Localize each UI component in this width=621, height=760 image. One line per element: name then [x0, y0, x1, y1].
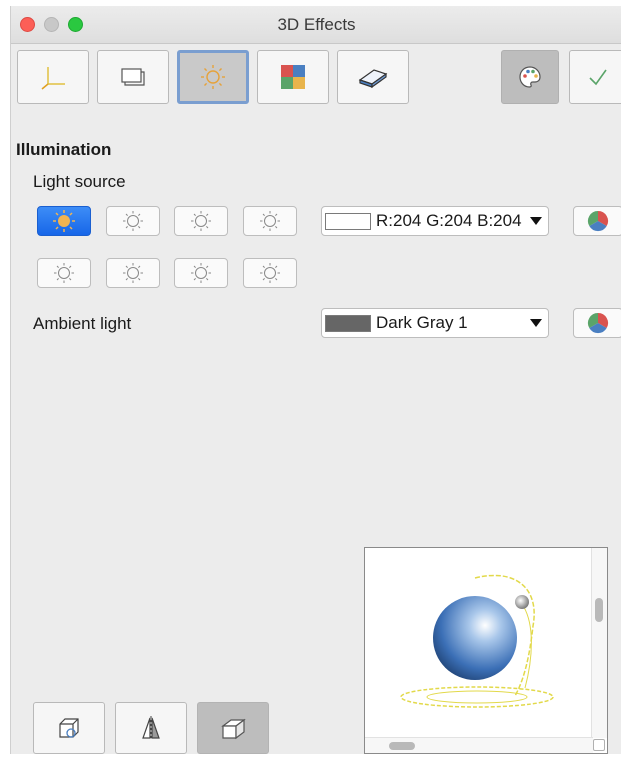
preview-vertical-scroll-thumb[interactable]	[595, 598, 603, 622]
light-color-dropdown[interactable]: R:204 G:204 B:204	[321, 206, 549, 236]
ambient-light-label: Ambient light	[33, 314, 132, 333]
ambient-color-swatch	[325, 314, 371, 332]
convert-to-rotation-object-icon	[142, 716, 160, 740]
perspective-button[interactable]	[197, 702, 269, 754]
light-source-1-button[interactable]	[37, 206, 91, 236]
ambient-color-dropdown[interactable]: Dark Gray 1	[321, 308, 549, 338]
preview-scene	[400, 574, 554, 708]
color-wheel-icon	[587, 312, 609, 334]
light-source-3-button[interactable]	[174, 206, 228, 236]
light-off-icon	[191, 263, 211, 283]
preview-horizontal-scrollbar[interactable]	[365, 737, 593, 753]
illumination-button[interactable]	[177, 50, 249, 104]
light-source-5-button[interactable]	[37, 258, 91, 288]
convert-to-rotation-object-button[interactable]	[115, 702, 187, 754]
light-off-icon	[191, 211, 211, 231]
assign-button[interactable]	[569, 50, 621, 104]
shading-icon	[121, 68, 145, 86]
textures-icon	[281, 65, 305, 89]
geometry-button[interactable]	[17, 50, 89, 104]
scroll-corner	[593, 739, 605, 751]
material-button[interactable]	[337, 50, 409, 104]
color-wheel-icon	[587, 210, 609, 232]
illumination-icon	[201, 65, 225, 89]
light-color-value: R:204 G:204 B:204	[376, 211, 522, 230]
light-off-icon	[54, 263, 74, 283]
window-title: 3D Effects	[277, 15, 356, 34]
convert-to-3d-button[interactable]	[33, 702, 105, 754]
3d-effects-dialog: 3D Effects Illumination Light source R:2…	[10, 6, 621, 754]
light-source-4-button[interactable]	[243, 206, 297, 236]
preview-sphere	[433, 596, 517, 680]
light-color-swatch	[325, 212, 371, 230]
ambient-color-picker-button[interactable]	[573, 308, 621, 338]
light-off-icon	[260, 263, 280, 283]
perspective-on-off-icon	[221, 718, 246, 740]
textures-button[interactable]	[257, 50, 329, 104]
color-palette-icon	[519, 66, 541, 88]
illumination-heading: Illumination	[16, 140, 112, 159]
material-icon	[358, 69, 388, 89]
convert-to-3d-icon	[59, 718, 79, 738]
preview-horizontal-scroll-thumb[interactable]	[389, 742, 415, 750]
lamp-base-ring	[400, 686, 554, 708]
apply-checkmark-icon	[589, 69, 607, 86]
light-off-icon	[123, 263, 143, 283]
chevron-down-icon	[524, 319, 548, 327]
light-source-bulb	[515, 595, 529, 609]
light-source-label: Light source	[33, 172, 126, 191]
light-source-8-button[interactable]	[243, 258, 297, 288]
shading-button[interactable]	[97, 50, 169, 104]
light-off-icon	[123, 211, 143, 231]
light-on-icon	[53, 210, 75, 232]
geometry-axes-icon	[41, 67, 65, 90]
light-source-2-button[interactable]	[106, 206, 160, 236]
preview-vertical-scrollbar[interactable]	[591, 548, 607, 738]
light-color-picker-button[interactable]	[573, 206, 621, 236]
title-bar[interactable]: 3D Effects	[11, 6, 621, 44]
light-off-icon	[260, 211, 280, 231]
light-source-7-button[interactable]	[174, 258, 228, 288]
chevron-down-icon	[524, 217, 548, 225]
illumination-preview[interactable]	[364, 547, 608, 754]
ambient-color-value: Dark Gray 1	[376, 313, 468, 332]
light-source-6-button[interactable]	[106, 258, 160, 288]
colors-button[interactable]	[501, 50, 559, 104]
